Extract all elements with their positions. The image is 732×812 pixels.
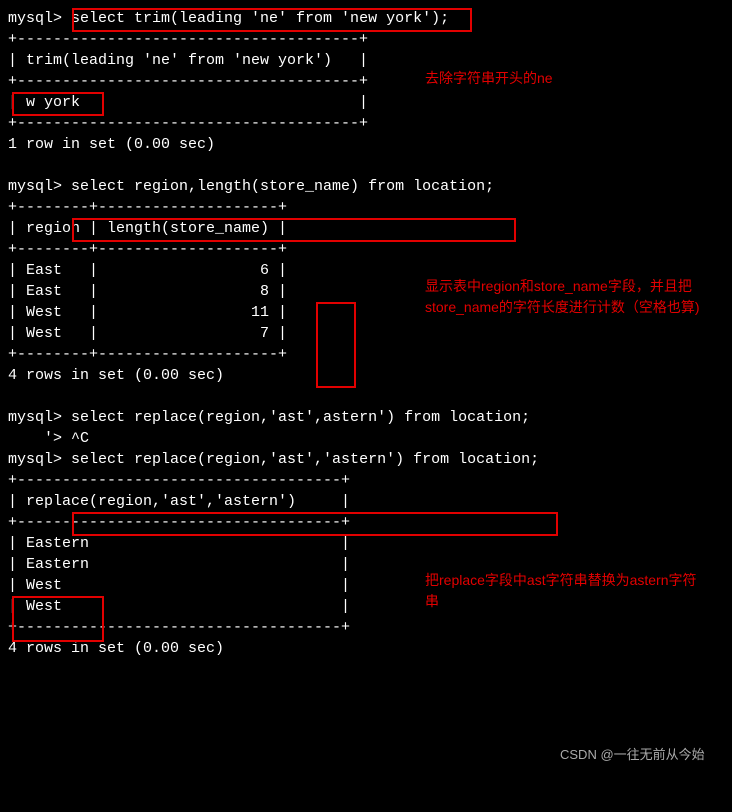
watermark: CSDN @一往无前从今始 [560,746,705,764]
table-header: | replace(region,'ast','astern') | [8,491,724,512]
separator: +--------------------------------------+ [8,113,724,134]
table-row: | Eastern | [8,533,724,554]
blank [8,155,724,176]
annotation-3: 把replace字段中ast字符串替换为astern字符串 [425,570,705,612]
table-header: | region | length(store_name) | [8,218,724,239]
command-text: select replace(region,'ast','astern') fr… [71,451,539,468]
prompt: mysql> [8,178,71,195]
separator: +--------+--------------------+ [8,197,724,218]
separator: +------------------------------------+ [8,617,724,638]
prompt-line-1: mysql> select trim(leading 'ne' from 'ne… [8,8,724,29]
prompt: mysql> [8,10,71,27]
prompt-line-2: mysql> select region,length(store_name) … [8,176,724,197]
separator: +--------+--------------------+ [8,239,724,260]
command-text: select replace(region,'ast',astern') fro… [71,409,530,426]
command-text: select trim(leading 'ne' from 'new york'… [71,10,449,27]
annotation-1: 去除字符串开头的ne [425,68,625,89]
separator: +------------------------------------+ [8,512,724,533]
annotation-2: 显示表中region和store_name字段，并且把store_name的字符… [425,276,705,318]
separator: +--------+--------------------+ [8,344,724,365]
table-row: | w york | [8,92,724,113]
row-count: 4 rows in set (0.00 sec) [8,638,724,659]
row-count: 4 rows in set (0.00 sec) [8,365,724,386]
prompt-line-3a: mysql> select replace(region,'ast',aster… [8,407,724,428]
prompt: mysql> [8,409,71,426]
command-text: select region,length(store_name) from lo… [71,178,494,195]
row-count: 1 row in set (0.00 sec) [8,134,724,155]
separator: +--------------------------------------+ [8,29,724,50]
prompt: mysql> [8,451,71,468]
prompt-line-4: mysql> select replace(region,'ast','aste… [8,449,724,470]
prompt-line-3b: '> ^C [8,428,724,449]
blank [8,386,724,407]
separator: +------------------------------------+ [8,470,724,491]
table-row: | West | 7 | [8,323,724,344]
